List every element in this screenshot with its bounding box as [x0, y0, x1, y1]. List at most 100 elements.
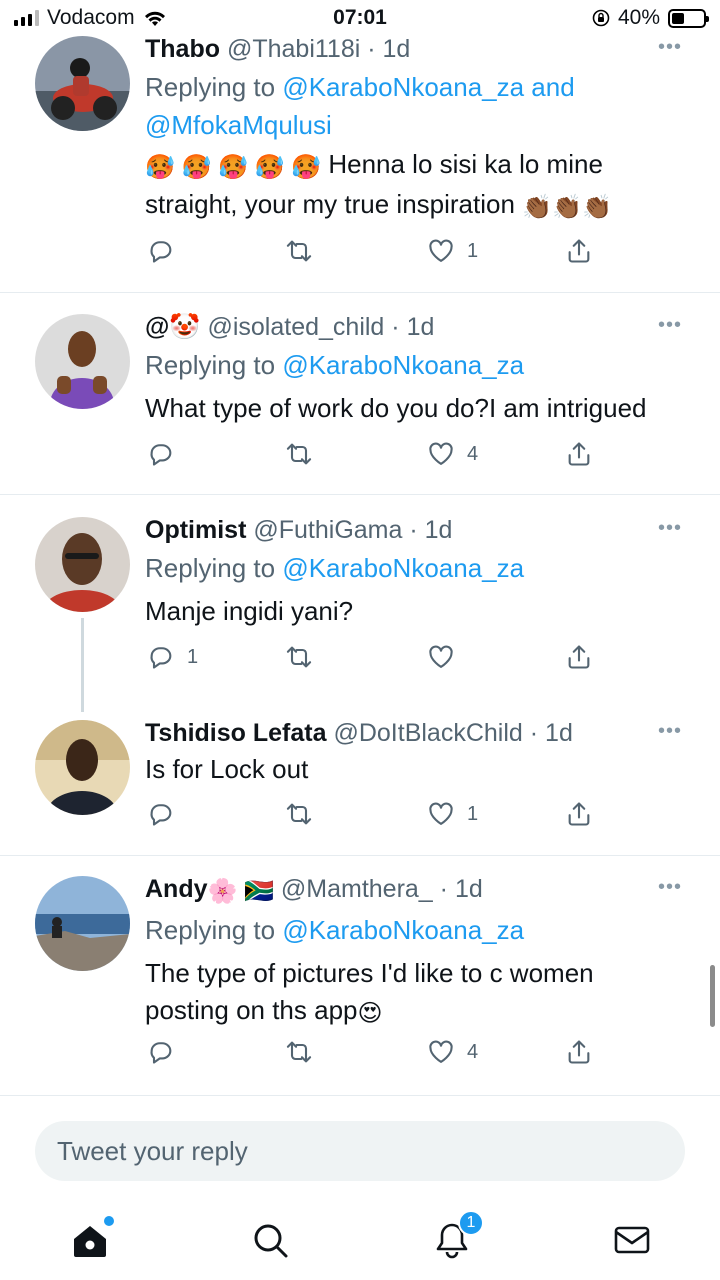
scrollbar[interactable] — [710, 965, 715, 1027]
share-button[interactable] — [565, 800, 593, 828]
display-name[interactable]: @🤡 — [145, 313, 201, 341]
divider — [0, 292, 720, 293]
divider — [0, 855, 720, 856]
tweet-tshidiso[interactable]: Tshidiso Lefata @DoItBlackChild · 1d Is … — [0, 718, 720, 848]
nav-notifications[interactable]: 1 — [432, 1210, 484, 1260]
reply-button[interactable]: 1 — [147, 643, 198, 671]
share-icon — [568, 645, 590, 669]
tweet-actions: 4 — [145, 440, 595, 476]
more-options-icon[interactable]: ••• — [658, 720, 682, 743]
like-button[interactable]: 1 — [427, 237, 478, 265]
reply-button[interactable] — [147, 237, 187, 265]
avatar[interactable] — [35, 720, 130, 815]
avatar[interactable] — [35, 36, 130, 131]
reply-button[interactable] — [147, 440, 187, 468]
like-count: 1 — [467, 239, 479, 262]
display-name[interactable]: Tshidiso Lefata — [145, 719, 327, 747]
like-button[interactable]: 4 — [427, 1038, 478, 1066]
like-button[interactable]: 4 — [427, 440, 478, 468]
orientation-lock-icon — [592, 9, 610, 27]
share-icon — [568, 442, 590, 466]
retweet-button[interactable] — [285, 440, 325, 468]
timestamp: · 1d — [529, 719, 573, 747]
like-button[interactable] — [427, 643, 467, 671]
heart-icon — [429, 802, 453, 825]
emoji-hot-face: 🥵 🥵 🥵 🥵 🥵 — [145, 154, 322, 181]
mention-link[interactable]: @KaraboNkoana_za and — [282, 72, 574, 102]
retweet-icon — [286, 1041, 312, 1063]
tweet-isolated-child[interactable]: @🤡 @isolated_child · 1d Replying to @Kar… — [0, 312, 720, 492]
reply-placeholder: Tweet your reply — [57, 1135, 248, 1166]
replying-to: Replying to @KaraboNkoana_za — [145, 553, 525, 583]
notifications-badge: 1 — [458, 1210, 484, 1236]
mention-link[interactable]: @KaraboNkoana_za — [282, 553, 524, 583]
divider — [0, 494, 720, 495]
nav-messages[interactable] — [612, 1220, 652, 1260]
tweet-optimist[interactable]: Optimist @FuthiGama · 1d Replying to @Ka… — [0, 515, 720, 695]
tweet-header: Tshidiso Lefata @DoItBlackChild · 1d — [145, 718, 700, 748]
more-options-icon[interactable]: ••• — [658, 36, 682, 59]
share-button[interactable] — [565, 643, 593, 671]
emoji-clap: 👏🏾👏🏾👏🏾 — [522, 194, 612, 221]
nav-search[interactable] — [250, 1220, 290, 1260]
mention-link[interactable]: @KaraboNkoana_za — [282, 350, 524, 380]
timestamp: · 1d — [439, 875, 483, 903]
reply-icon — [150, 647, 172, 669]
timestamp: · 1d — [391, 313, 435, 341]
tweet-actions: 1 — [145, 643, 595, 679]
avatar[interactable] — [35, 876, 130, 971]
handle[interactable]: @FuthiGama — [253, 516, 402, 544]
retweet-button[interactable] — [285, 237, 325, 265]
retweet-button[interactable] — [285, 1038, 325, 1066]
share-button[interactable] — [565, 1038, 593, 1066]
share-icon — [568, 802, 590, 826]
more-options-icon[interactable]: ••• — [658, 876, 682, 899]
handle[interactable]: @DoItBlackChild — [333, 719, 522, 747]
heart-icon — [429, 1040, 453, 1063]
reply-button[interactable] — [147, 800, 187, 828]
avatar[interactable] — [35, 517, 130, 612]
handle[interactable]: @Thabi118i — [227, 35, 360, 63]
tweet-header: @🤡 @isolated_child · 1d — [145, 312, 700, 342]
reply-button[interactable] — [147, 1038, 187, 1066]
heart-icon — [429, 442, 453, 465]
tweet-thabo[interactable]: Thabo @Thabi118i · 1d Replying to @Karab… — [0, 34, 720, 290]
share-button[interactable] — [565, 440, 593, 468]
battery-icon — [668, 8, 709, 28]
tweet-actions: 1 — [145, 800, 595, 836]
tweet-header: Optimist @FuthiGama · 1d — [145, 515, 700, 545]
mention-link[interactable]: @KaraboNkoana_za — [282, 915, 524, 945]
replying-to: Replying to @KaraboNkoana_za — [145, 915, 525, 945]
nav-home[interactable] — [70, 1216, 114, 1260]
tweet-andy[interactable]: Andy🌸 🇿🇦 @Mamthera_ · 1d Replying to @Ka… — [0, 874, 720, 1089]
retweet-button[interactable] — [285, 643, 325, 671]
mail-icon — [614, 1226, 650, 1254]
more-options-icon[interactable]: ••• — [658, 314, 682, 337]
mention-link[interactable]: @MfokaMqulusi — [145, 110, 332, 140]
heart-icon — [429, 239, 453, 262]
divider — [0, 1095, 720, 1096]
retweet-button[interactable] — [285, 800, 325, 828]
tweet-header: Andy🌸 🇿🇦 @Mamthera_ · 1d — [145, 874, 700, 907]
tweet-text-line-2: posting on ths app😍 — [145, 992, 700, 1032]
handle[interactable]: @isolated_child — [207, 313, 384, 341]
handle[interactable]: @Mamthera_ — [281, 875, 433, 903]
reply-icon — [150, 1042, 172, 1064]
tweet-text-line-2: straight, your my true inspiration 👏🏾👏🏾👏… — [145, 186, 700, 226]
tweet-reply-input[interactable]: Tweet your reply — [35, 1121, 685, 1181]
tweet-header: Thabo @Thabi118i · 1d — [145, 34, 700, 64]
share-button[interactable] — [565, 237, 593, 265]
display-name[interactable]: Optimist — [145, 516, 246, 544]
like-button[interactable]: 1 — [427, 800, 478, 828]
tweet-text: 🥵 🥵 🥵 🥵 🥵 Henna lo sisi ka lo mine — [145, 146, 700, 186]
tweet-actions: 1 — [145, 237, 595, 273]
timestamp: · 1d — [367, 35, 411, 63]
reply-count: 1 — [187, 645, 199, 668]
retweet-icon — [286, 443, 312, 465]
bottom-navigation: 1 — [0, 1200, 720, 1280]
display-name[interactable]: Andy — [145, 875, 208, 903]
retweet-icon — [286, 240, 312, 262]
more-options-icon[interactable]: ••• — [658, 517, 682, 540]
avatar[interactable] — [35, 314, 130, 409]
display-name[interactable]: Thabo — [145, 35, 220, 63]
